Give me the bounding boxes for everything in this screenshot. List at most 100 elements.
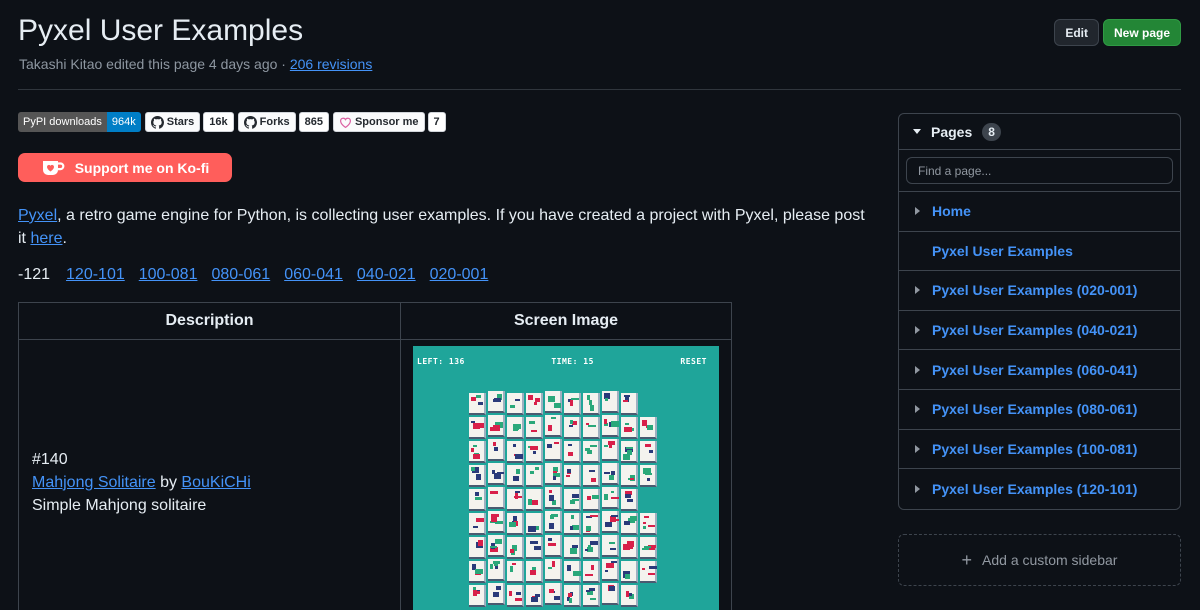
tile-glyph	[570, 400, 573, 406]
mahjong-tile	[640, 465, 657, 487]
sidebar-item-040-021[interactable]: Pyxel User Examples (040-021)	[899, 311, 1180, 351]
range-link-040-021[interactable]: 040-021	[357, 266, 416, 284]
tile-glyph	[571, 515, 574, 519]
range-link-020-001[interactable]: 020-001	[430, 266, 489, 284]
mahjong-tile	[583, 561, 600, 583]
pages-header[interactable]: Pages 8	[899, 114, 1180, 150]
caret-right-icon[interactable]	[915, 405, 920, 414]
tile-glyph	[570, 420, 573, 424]
table-row: #140 Mahjong Solitaire by BouKiCHi Simpl…	[18, 339, 732, 610]
tile-glyph	[605, 522, 612, 527]
github-forks-badge[interactable]: Forks 865	[237, 112, 329, 132]
forks-button[interactable]: Forks	[237, 112, 296, 132]
screen-image-cell: LEFT: 136 TIME: 15 RESET	[400, 339, 732, 610]
range-link-080-061[interactable]: 080-061	[211, 266, 270, 284]
tile-glyph	[471, 467, 475, 471]
sidebar-item-home[interactable]: Home	[899, 192, 1180, 232]
sponsor-count[interactable]: 7	[427, 112, 446, 132]
badges-row: PyPI downloads 964k Stars 16k Forks 865 …	[18, 112, 446, 132]
caret-right-icon[interactable]	[915, 365, 920, 374]
stars-count[interactable]: 16k	[203, 112, 234, 132]
tile-glyph	[587, 395, 590, 400]
sponsor-label: Sponsor me	[354, 116, 419, 128]
tile-glyph	[548, 538, 552, 541]
tile-glyph	[471, 448, 474, 452]
forks-label: Forks	[259, 116, 290, 128]
sidebar-item-060-041[interactable]: Pyxel User Examples (060-041)	[899, 350, 1180, 390]
kofi-button[interactable]: Support me on Ko-fi	[18, 153, 232, 182]
tile-glyph	[549, 523, 554, 529]
pypi-downloads-badge[interactable]: PyPI downloads 964k	[18, 112, 141, 132]
pyxel-link[interactable]: Pyxel	[18, 207, 57, 224]
tile-glyph	[627, 499, 633, 502]
stars-button[interactable]: Stars	[144, 112, 201, 132]
mahjong-tile	[621, 393, 638, 415]
tile-glyph	[513, 424, 521, 429]
tile-glyph	[624, 395, 630, 397]
tile-glyph	[496, 586, 501, 590]
tile-glyph	[589, 470, 595, 472]
sidebar-item-080-061[interactable]: Pyxel User Examples (080-061)	[899, 390, 1180, 430]
tile-glyph	[566, 475, 570, 477]
github-icon	[150, 115, 164, 129]
tile-glyph	[476, 395, 481, 398]
sidebar-item-pyxel-user-examples[interactable]: Pyxel User Examples	[899, 232, 1180, 272]
game-screenshot[interactable]: LEFT: 136 TIME: 15 RESET	[413, 346, 719, 610]
tile-glyph	[528, 526, 536, 532]
mahjong-tile	[583, 585, 600, 607]
intro-text: , a retro game engine for Python, is col…	[18, 207, 865, 247]
tile-glyph	[476, 591, 480, 594]
tile-glyph	[512, 563, 516, 565]
caret-right-icon[interactable]	[915, 286, 920, 295]
tile-glyph	[548, 543, 556, 546]
author-link[interactable]: BouKiCHi	[181, 474, 250, 491]
caret-right-icon[interactable]	[915, 207, 920, 216]
forks-count[interactable]: 865	[298, 112, 329, 132]
tile-glyph	[533, 451, 536, 454]
range-link-100-081[interactable]: 100-081	[139, 266, 198, 284]
edit-button[interactable]: Edit	[1054, 19, 1099, 46]
sponsor-badge[interactable]: Sponsor me 7	[332, 112, 446, 132]
tile-glyph	[567, 565, 571, 571]
example-title-link[interactable]: Mahjong Solitaire	[32, 474, 156, 491]
mahjong-tile	[621, 561, 638, 583]
caret-right-icon[interactable]	[915, 484, 920, 493]
tile-glyph	[475, 492, 479, 496]
github-icon	[243, 115, 257, 129]
description-cell: #140 Mahjong Solitaire by BouKiCHi Simpl…	[18, 339, 401, 610]
range-link-120-101[interactable]: 120-101	[66, 266, 125, 284]
sidebar-item-020-001[interactable]: Pyxel User Examples (020-001)	[899, 271, 1180, 311]
hud-left: LEFT: 136	[417, 357, 465, 366]
mahjong-tile	[469, 585, 486, 607]
github-stars-badge[interactable]: Stars 16k	[144, 112, 234, 132]
range-link-060-041[interactable]: 060-041	[284, 266, 343, 284]
tile-glyph	[625, 574, 630, 579]
tile-glyph	[592, 495, 599, 499]
caret-right-icon[interactable]	[915, 326, 920, 335]
mahjong-tile	[640, 513, 657, 535]
mahjong-tile	[507, 513, 524, 535]
tile-glyph	[586, 590, 590, 592]
add-custom-sidebar-button[interactable]: + Add a custom sidebar	[898, 534, 1181, 586]
caret-right-icon[interactable]	[915, 444, 920, 453]
tile-glyph	[568, 444, 572, 446]
caret-down-icon	[913, 129, 921, 134]
new-page-button[interactable]: New page	[1102, 19, 1181, 46]
kofi-cup-icon	[42, 160, 65, 175]
mahjong-tile	[507, 417, 524, 439]
tile-glyph	[509, 591, 512, 596]
sidebar-item-100-081[interactable]: Pyxel User Examples (100-081)	[899, 430, 1180, 470]
tile-glyph	[588, 545, 591, 547]
sidebar-item-120-101[interactable]: Pyxel User Examples (120-101)	[899, 469, 1180, 509]
mahjong-tile	[469, 561, 486, 583]
sponsor-button[interactable]: Sponsor me	[332, 112, 425, 132]
tile-glyph	[625, 494, 631, 496]
mahjong-tile	[564, 585, 581, 607]
mahjong-tile	[507, 561, 524, 583]
revisions-link[interactable]: 206 revisions	[290, 56, 373, 72]
here-link[interactable]: here	[30, 230, 62, 247]
tile-glyph	[510, 566, 513, 572]
tile-glyph	[609, 564, 614, 567]
example-number: #140	[32, 450, 68, 468]
find-page-input[interactable]	[906, 157, 1173, 184]
